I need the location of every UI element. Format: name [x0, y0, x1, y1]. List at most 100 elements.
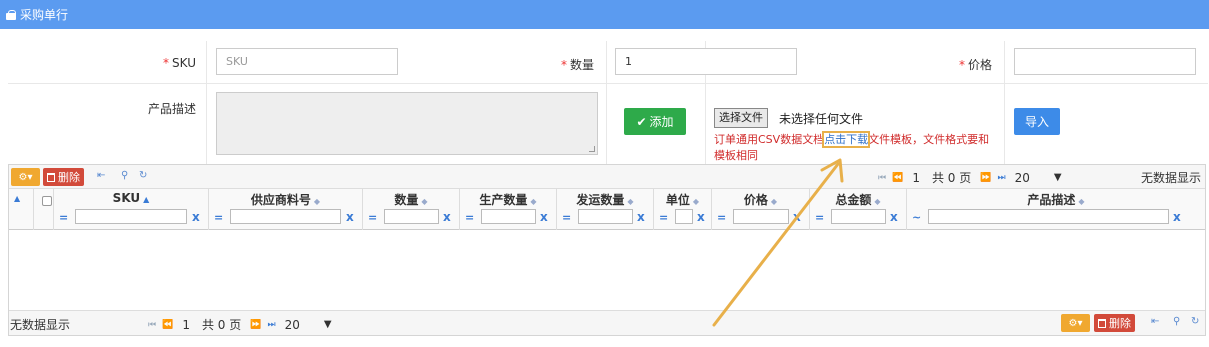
bottom-pager: ⏮ ⏪ 1 共 0 页 ⏩ ⏭ 20 ▼	[145, 316, 332, 333]
clear-filter-icon[interactable]: x	[192, 210, 200, 224]
unit-filter-input[interactable]	[675, 209, 693, 224]
price-filter-input[interactable]	[733, 209, 789, 224]
grid-top-toolbar: ⚙▾ 删除 ⇤ ⚲ ↻ ⏮ ⏪ 1 共 0 页 ⏩ ⏭ 20 ▼ 无数据显示	[9, 165, 1205, 189]
last-page-icon[interactable]: ⏭	[997, 173, 1005, 183]
order-line-form: * SKU SKU * 数量 1 * 价格 产品描述 ✔ 添加 选择文件 未选择任何文件…	[8, 41, 1208, 164]
sort-icon[interactable]: ◆	[771, 197, 777, 206]
delete-button[interactable]: 删除	[43, 168, 84, 186]
filter-operator[interactable]: =	[465, 211, 474, 224]
page-size-select[interactable]: 20	[1015, 171, 1030, 185]
shipped-qty-filter-input[interactable]	[578, 209, 633, 224]
clear-filter-icon[interactable]: x	[346, 210, 354, 224]
price-label-text: 价格	[967, 58, 992, 72]
first-column-icon[interactable]: ⇤	[1151, 316, 1159, 327]
filter-operator[interactable]: =	[659, 211, 668, 224]
page-size-select[interactable]: 20	[285, 318, 300, 332]
column-sku[interactable]: SKU ▲ = x	[54, 189, 209, 230]
clear-filter-icon[interactable]: x	[890, 210, 898, 224]
column-shipped-qty[interactable]: 发运数量 ◆ = x	[557, 189, 654, 230]
grid-body	[9, 230, 1205, 310]
prev-page-icon[interactable]: ⏪	[162, 320, 173, 330]
sku-input[interactable]: SKU	[216, 48, 398, 75]
refresh-icon[interactable]: ↻	[1191, 316, 1199, 327]
search-icon[interactable]: ⚲	[1173, 316, 1180, 327]
sku-filter-input[interactable]	[75, 209, 187, 224]
prev-page-icon[interactable]: ⏪	[892, 173, 903, 183]
clear-filter-icon[interactable]: x	[697, 210, 705, 224]
filter-operator[interactable]: =	[562, 211, 571, 224]
last-page-icon[interactable]: ⏭	[267, 320, 275, 330]
filter-operator[interactable]: =	[815, 211, 824, 224]
sort-icon[interactable]: ◆	[421, 197, 427, 206]
select-all-checkbox[interactable]	[42, 196, 52, 206]
choose-file-button[interactable]: 选择文件	[714, 108, 768, 128]
refresh-icon[interactable]: ↻	[139, 170, 147, 181]
price-label: * 价格	[904, 56, 992, 73]
chevron-down-icon[interactable]: ▼	[1054, 172, 1062, 183]
next-page-icon[interactable]: ⏩	[980, 173, 991, 183]
chevron-down-icon[interactable]: ▼	[324, 319, 332, 330]
column-label: 总金额	[835, 193, 872, 207]
total-pages: 共 0 页	[201, 318, 242, 332]
gear-icon: ⚙▾	[1068, 317, 1083, 329]
resize-grip-icon[interactable]	[589, 146, 595, 152]
filter-operator[interactable]: =	[717, 211, 726, 224]
clear-filter-icon[interactable]: x	[793, 210, 801, 224]
download-template-link[interactable]: 点击下载	[822, 131, 871, 148]
quantity-input[interactable]: 1	[615, 48, 797, 75]
description-filter-input[interactable]	[928, 209, 1169, 224]
quantity-label: * 数量	[506, 56, 594, 73]
add-button[interactable]: ✔ 添加	[624, 108, 686, 135]
sort-icon[interactable]: ◆	[314, 197, 320, 206]
column-divider	[606, 41, 607, 164]
caret-up-icon[interactable]: ▲	[14, 194, 20, 203]
required-mark: *	[163, 56, 170, 70]
clear-filter-icon[interactable]: x	[1173, 210, 1181, 224]
clear-filter-icon[interactable]: x	[443, 210, 451, 224]
filter-operator[interactable]: =	[59, 211, 68, 224]
settings-dropdown-button[interactable]: ⚙▾	[1061, 314, 1090, 332]
column-produced-qty[interactable]: 生产数量 ◆ = x	[460, 189, 557, 230]
produced-qty-filter-input[interactable]	[481, 209, 536, 224]
column-label: SKU	[112, 191, 141, 205]
sort-icon[interactable]: ◆	[1078, 197, 1084, 206]
order-lines-grid: ⚙▾ 删除 ⇤ ⚲ ↻ ⏮ ⏪ 1 共 0 页 ⏩ ⏭ 20 ▼ 无数据显示 ▲…	[8, 164, 1206, 336]
column-label: 发运数量	[576, 193, 625, 207]
column-supplier-part[interactable]: 供应商料号 ◆ = x	[209, 189, 363, 230]
column-unit[interactable]: 单位 ◆ = x	[654, 189, 712, 230]
select-all-column	[34, 189, 54, 230]
page-number[interactable]: 1	[912, 171, 920, 185]
description-textarea[interactable]	[216, 92, 598, 155]
sort-asc-icon[interactable]: ▲	[143, 195, 149, 204]
first-page-icon[interactable]: ⏮	[148, 320, 156, 330]
clear-filter-icon[interactable]: x	[637, 210, 645, 224]
supplier-part-filter-input[interactable]	[230, 209, 341, 224]
first-page-icon[interactable]: ⏮	[878, 173, 886, 183]
settings-dropdown-button[interactable]: ⚙▾	[11, 168, 40, 186]
sort-icon[interactable]: ◆	[530, 197, 536, 206]
quantity-filter-input[interactable]	[384, 209, 439, 224]
price-input[interactable]	[1014, 48, 1196, 75]
sort-icon[interactable]: ◆	[627, 197, 633, 206]
column-quantity[interactable]: 数量 ◆ = x	[363, 189, 460, 230]
panel-header: 采购单行	[0, 0, 1209, 29]
required-mark: *	[958, 58, 965, 72]
column-total-amount[interactable]: 总金额 ◆ = x	[810, 189, 907, 230]
import-button[interactable]: 导入	[1014, 108, 1060, 135]
note-text: 订单通用CSV数据文档	[714, 133, 825, 146]
sort-icon[interactable]: ◆	[693, 197, 699, 206]
filter-operator[interactable]: ~	[912, 211, 921, 224]
filter-operator[interactable]: =	[368, 211, 377, 224]
column-product-description[interactable]: 产品描述 ◆ ~ x	[907, 189, 1205, 230]
total-amount-filter-input[interactable]	[831, 209, 886, 224]
delete-button[interactable]: 删除	[1094, 314, 1135, 332]
first-column-icon[interactable]: ⇤	[97, 170, 105, 181]
column-price[interactable]: 价格 ◆ = x	[712, 189, 810, 230]
sort-icon[interactable]: ◆	[874, 197, 880, 206]
search-icon[interactable]: ⚲	[121, 170, 128, 181]
next-page-icon[interactable]: ⏩	[250, 320, 261, 330]
page-number[interactable]: 1	[182, 318, 190, 332]
description-label: 产品描述	[147, 102, 196, 116]
filter-operator[interactable]: =	[214, 211, 223, 224]
clear-filter-icon[interactable]: x	[540, 210, 548, 224]
